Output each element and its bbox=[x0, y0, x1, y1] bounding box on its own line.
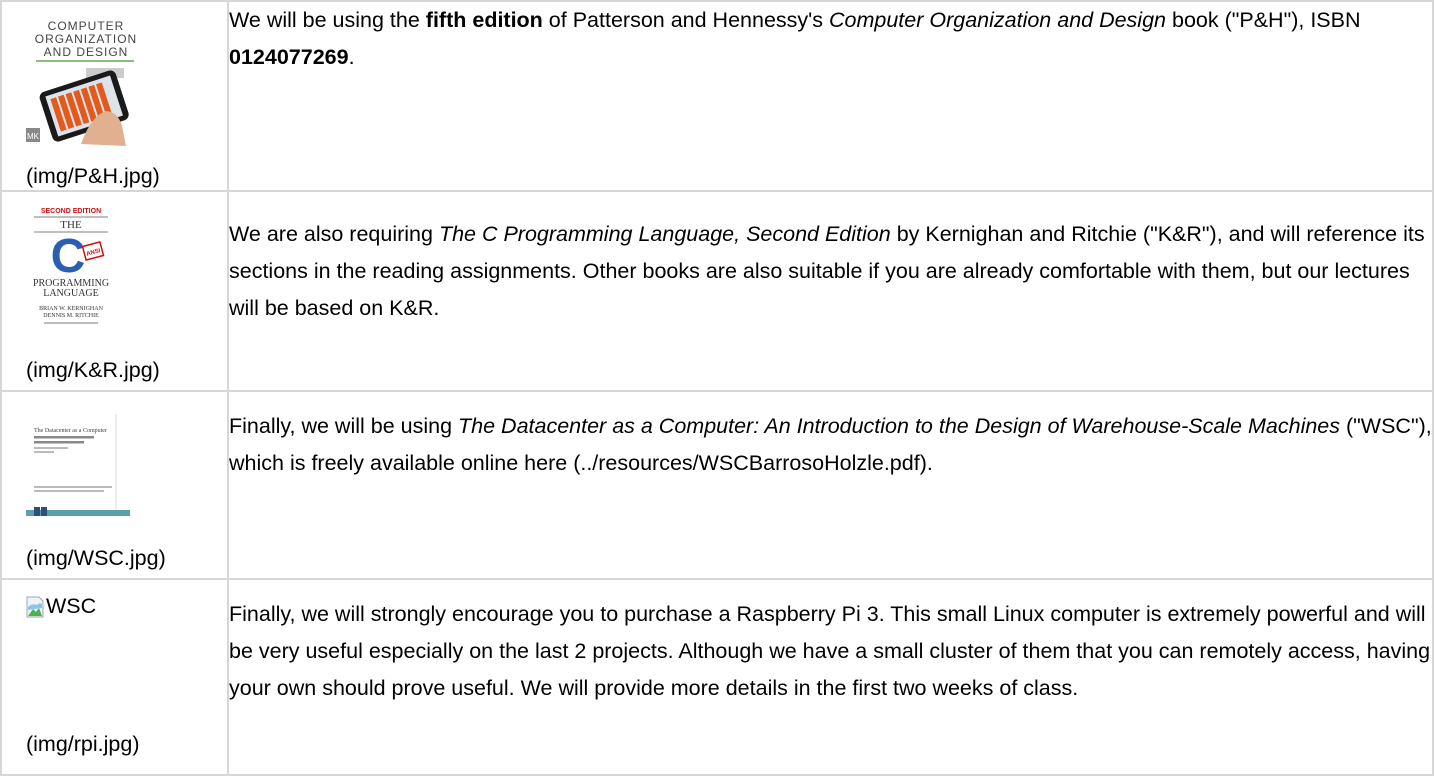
kr-cover-author1: BRIAN W. KERNIGHAN bbox=[39, 306, 104, 312]
table-row: SECOND EDITION THE C ANSI PROGRAMMING LA… bbox=[0, 190, 1434, 392]
textbook-table: COMPUTER ORGANIZATION AND DESIGN MK (img… bbox=[0, 0, 1434, 776]
edition-emphasis: fifth edition bbox=[425, 8, 543, 32]
image-caption: (img/WSC.jpg) bbox=[26, 546, 166, 570]
text-span: . bbox=[348, 45, 355, 69]
kr-cover-lang2: LANGUAGE bbox=[43, 288, 99, 299]
ph-book-cover: COMPUTER ORGANIZATION AND DESIGN MK bbox=[26, 16, 136, 146]
book-description: Finally, we will strongly encourage you … bbox=[229, 596, 1432, 707]
broken-image: WSC bbox=[26, 594, 96, 618]
text-cell: Finally, we will strongly encourage you … bbox=[227, 578, 1434, 776]
wsc-book-cover: The Datacenter as a Computer bbox=[26, 414, 130, 540]
kr-cover-edition: SECOND EDITION bbox=[41, 208, 101, 215]
book-description: Finally, we will be using The Datacenter… bbox=[229, 408, 1432, 482]
book-title: Computer Organization and Design bbox=[828, 8, 1167, 32]
text-cell: We will be using the fifth edition of Pa… bbox=[227, 0, 1434, 192]
book-title: The Datacenter as a Computer: An Introdu… bbox=[458, 414, 1341, 438]
book-description: We are also requiring The C Programming … bbox=[229, 216, 1432, 327]
ph-cover-line2: ORGANIZATION bbox=[35, 32, 136, 46]
text-span: We will be using the bbox=[229, 8, 426, 32]
book-description: We will be using the fifth edition of Pa… bbox=[229, 2, 1432, 76]
image-caption: (img/K&R.jpg) bbox=[26, 358, 160, 382]
ph-cover-line1: COMPUTER bbox=[48, 19, 125, 33]
table-row: WSC (img/rpi.jpg) Finally, we will stron… bbox=[0, 578, 1434, 776]
image-cell: COMPUTER ORGANIZATION AND DESIGN MK (img… bbox=[0, 0, 229, 192]
text-span: book ("P&H"), ISBN bbox=[1166, 8, 1361, 32]
kr-book-cover: SECOND EDITION THE C ANSI PROGRAMMING LA… bbox=[26, 204, 116, 332]
wsc-cover-title: The Datacenter as a Computer bbox=[34, 428, 107, 434]
text-cell: We are also requiring The C Programming … bbox=[227, 190, 1434, 392]
ph-cover-line3: AND DESIGN bbox=[44, 45, 129, 59]
image-caption: (img/rpi.jpg) bbox=[26, 732, 140, 756]
broken-image-icon bbox=[26, 596, 44, 618]
kr-cover-author2: DENNIS M. RITCHIE bbox=[43, 313, 99, 319]
image-cell: WSC (img/rpi.jpg) bbox=[0, 578, 229, 776]
image-cell: SECOND EDITION THE C ANSI PROGRAMMING LA… bbox=[0, 190, 229, 392]
text-cell: Finally, we will be using The Datacenter… bbox=[227, 390, 1434, 580]
text-span: Finally, we will strongly encourage you … bbox=[229, 602, 1431, 700]
table-row: COMPUTER ORGANIZATION AND DESIGN MK (img… bbox=[0, 0, 1434, 192]
table-row: The Datacenter as a Computer (img/WSC.jp… bbox=[0, 390, 1434, 580]
text-span: of Patterson and Hennessy's bbox=[542, 8, 829, 32]
image-cell: The Datacenter as a Computer (img/WSC.jp… bbox=[0, 390, 229, 580]
isbn-number: 0124077269 bbox=[229, 45, 349, 69]
kr-cover-letter: C bbox=[51, 230, 86, 283]
broken-image-alt: WSC bbox=[46, 594, 97, 618]
book-title: The C Programming Language, Second Editi… bbox=[438, 222, 891, 246]
text-span: Finally, we will be using bbox=[229, 414, 459, 438]
text-span: We are also requiring bbox=[229, 222, 439, 246]
image-caption: (img/P&H.jpg) bbox=[26, 164, 160, 188]
ph-cover-publisher: MK bbox=[27, 132, 40, 141]
